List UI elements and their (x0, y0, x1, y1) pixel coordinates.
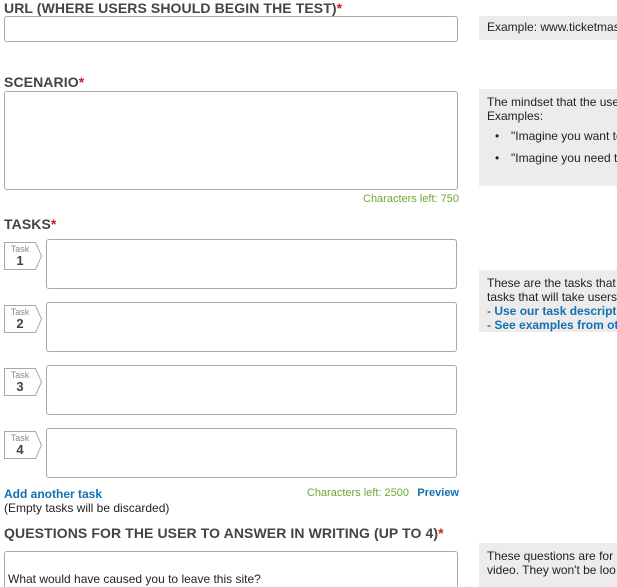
task-description-link[interactable]: Use our task descript (494, 304, 616, 318)
tasks-help-line2: tasks that will take users (487, 290, 617, 304)
url-help-box: Example: www.ticketmas (479, 16, 617, 40)
task-number: 3 (16, 379, 24, 394)
question-1-text: What would have caused you to leave this… (8, 572, 261, 586)
tasks-label: TASKS* (4, 216, 56, 232)
see-examples-link[interactable]: See examples from ot (494, 318, 617, 332)
task-textarea-2[interactable] (46, 302, 457, 352)
tasks-help-line1: These are the tasks that (487, 276, 616, 290)
tasks-help-box: These are the tasks that tasks that will… (479, 270, 617, 332)
scenario-label: SCENARIO* (4, 74, 84, 90)
scenario-textarea[interactable] (4, 91, 458, 190)
questions-help-line2: video. They won't be loo (487, 563, 616, 577)
task-textarea-1[interactable] (46, 239, 457, 289)
tasks-chars-left: Characters left: 2500 (306, 487, 409, 499)
task-textarea-4[interactable] (46, 428, 457, 478)
questions-help-line1: These questions are for (487, 549, 614, 563)
required-asterisk: * (336, 0, 343, 16)
scenario-help-examples: "Imagine you want to "Imagine you need t… (487, 129, 617, 165)
url-input[interactable] (4, 16, 458, 42)
task-tag-1: Task 1 (4, 242, 42, 270)
add-another-task-link[interactable]: Add another task (4, 487, 102, 501)
task-textarea-3[interactable] (46, 365, 457, 415)
required-asterisk: * (438, 525, 444, 541)
scenario-help-example: "Imagine you need to (487, 151, 617, 165)
task-number: 1 (16, 253, 24, 268)
preview-link[interactable]: Preview (417, 487, 459, 499)
scenario-help-box: The mindset that the use Examples: "Imag… (479, 89, 617, 186)
tasks-label-text: TASKS (4, 216, 51, 232)
scenario-help-line1: The mindset that the use (487, 95, 617, 109)
scenario-help-example: "Imagine you want to (487, 129, 617, 143)
task-tag-3: Task 3 (4, 368, 42, 396)
questions-label-text: QUESTIONS FOR THE USER TO ANSWER IN WRIT… (4, 525, 439, 541)
url-help-text: Example: www.ticketmas (487, 20, 617, 34)
see-examples-help-row: - See examples from ot (487, 318, 617, 332)
task-number: 2 (16, 316, 24, 331)
task-tag-4: Task 4 (4, 431, 42, 459)
empty-tasks-note: (Empty tasks will be discarded) (4, 501, 170, 515)
task-number: 4 (16, 442, 24, 457)
scenario-label-text: SCENARIO (4, 74, 79, 90)
url-label-text: URL (WHERE USERS SHOULD BEGIN THE TEST) (4, 0, 337, 16)
required-asterisk: * (78, 74, 85, 90)
scenario-help-line2: Examples: (487, 109, 544, 123)
task-description-help-row: - Use our task descript (487, 304, 617, 318)
question-1-input[interactable]: What would have caused you to leave this… (4, 551, 458, 587)
questions-label: QUESTIONS FOR THE USER TO ANSWER IN WRIT… (4, 525, 444, 541)
url-label: URL (WHERE USERS SHOULD BEGIN THE TEST)* (4, 0, 342, 16)
task-tag-2: Task 2 (4, 305, 42, 333)
questions-help-box: These questions are for video. They won'… (479, 543, 617, 587)
required-asterisk: * (50, 216, 57, 232)
scenario-chars-left: Characters left: 750 (363, 193, 459, 205)
